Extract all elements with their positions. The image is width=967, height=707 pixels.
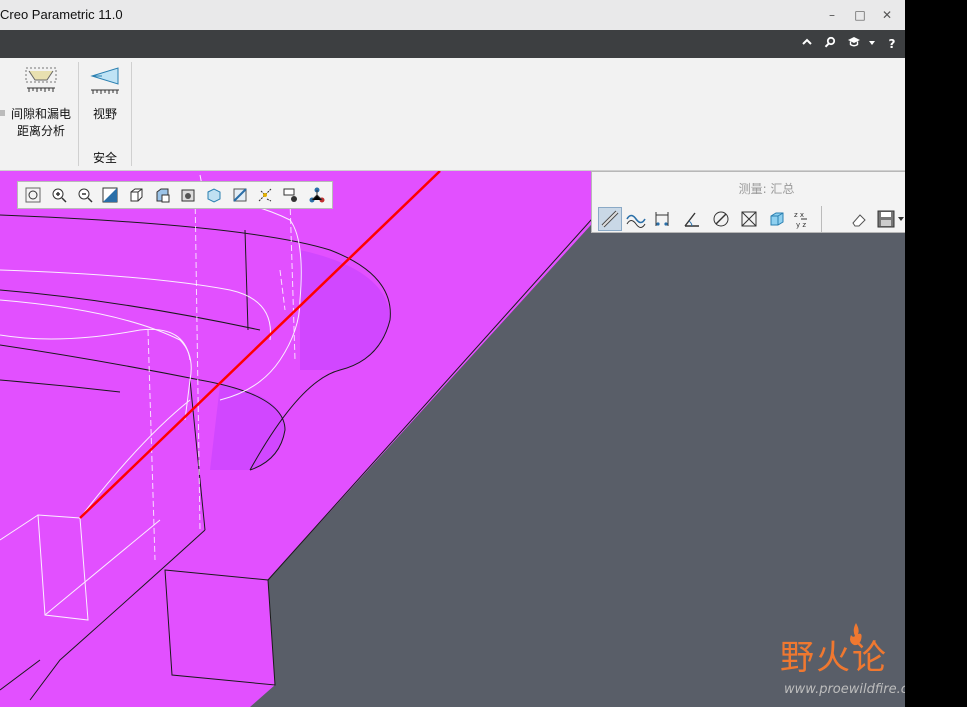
menu-bar: ? [0,30,905,58]
save-icon[interactable] [875,207,905,231]
view-toolbar [17,181,333,209]
field-of-view-label[interactable]: 视野 [84,106,126,123]
chevron-up-icon[interactable] [797,34,817,54]
ruler-icon[interactable] [598,207,622,231]
field-of-view-icon[interactable] [88,66,122,100]
search-icon[interactable] [820,34,840,54]
graphics-viewport[interactable] [0,170,905,707]
overflow-indicator [0,110,5,116]
title-bar: Creo Parametric 11.0 – □ ✕ [0,0,905,30]
eraser-icon[interactable] [847,207,871,231]
svg-text:z x: z x [794,211,804,219]
perspective-icon[interactable] [203,184,225,206]
transform-icon[interactable]: z x y z [792,207,816,231]
volume-icon[interactable] [765,207,789,231]
group-safety-label: 安全 [92,151,117,165]
clearance-analysis-label-1[interactable]: 间隙和漏电 [8,106,74,123]
help-button[interactable]: ? [882,34,902,54]
watermark-text: 野火论 [780,638,888,678]
annotation-display-icon[interactable] [280,184,302,206]
ribbon-separator [131,62,132,166]
zoom-in-icon[interactable] [48,184,70,206]
window-title: Creo Parametric 11.0 [0,7,123,22]
spin-center-icon[interactable] [306,184,328,206]
datum-display-icon[interactable] [254,184,276,206]
minimize-button[interactable]: – [823,6,841,24]
repaint-icon[interactable] [99,184,121,206]
length-icon[interactable] [624,207,648,231]
view-manager-icon[interactable] [177,184,199,206]
angle-icon[interactable] [680,207,704,231]
display-style-icon[interactable] [125,184,147,206]
distance-icon[interactable] [650,207,674,231]
close-button[interactable]: ✕ [878,6,896,24]
watermark: 野火论 www.proewildfire.cn [780,622,905,702]
chevron-down-icon[interactable] [862,34,882,54]
measure-panel: 测量: 汇总 ✕ z xy z [591,171,905,233]
flame-icon [850,623,862,646]
area-icon[interactable] [737,207,761,231]
clearance-analysis-icon[interactable] [24,66,58,100]
svg-text:y z: y z [796,221,806,229]
ribbon-separator [78,62,79,166]
diameter-icon[interactable] [709,207,733,231]
zoom-out-icon[interactable] [74,184,96,206]
measure-panel-title: 测量: 汇总 [738,182,795,196]
graduation-cap-icon[interactable] [844,34,864,54]
creo-window: Creo Parametric 11.0 – □ ✕ ? 间隙和漏电 距离分析 … [0,0,905,707]
desktop-background [905,0,967,707]
maximize-button[interactable]: □ [851,6,869,24]
watermark-url: www.proewildfire.cn [784,682,905,697]
saved-views-icon[interactable] [151,184,173,206]
measure-separator [821,206,822,232]
zoom-fit-icon[interactable] [22,184,44,206]
model-geometry [0,170,905,707]
ribbon: 间隙和漏电 距离分析 视野 安全 [0,58,905,171]
clearance-analysis-label-2[interactable]: 距离分析 [8,123,74,140]
section-icon[interactable] [229,184,251,206]
